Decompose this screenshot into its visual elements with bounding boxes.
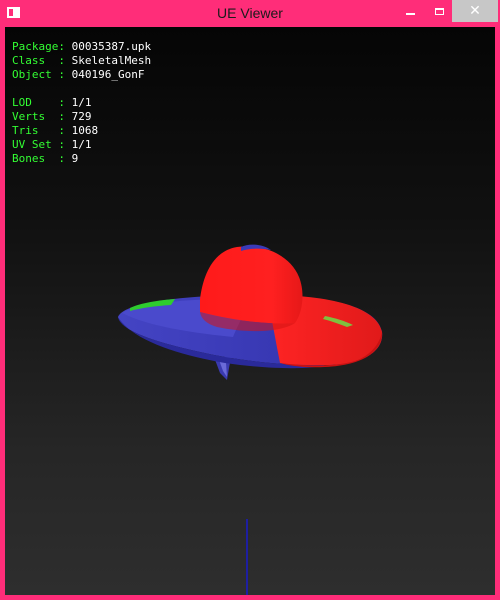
info-label: Class : [12,54,65,67]
mesh-info-overlay: Package: 00035387.upk Class : SkeletalMe… [12,40,151,166]
info-label: Object : [12,68,65,81]
info-object: Object : 040196_GonF [12,68,151,82]
info-package: Package: 00035387.upk [12,40,151,54]
info-label: UV Set : [12,138,65,151]
maximize-icon [434,7,444,15]
3d-viewport[interactable]: Package: 00035387.upk Class : SkeletalMe… [5,27,495,595]
app-window: UE Viewer ✕ Package: 00035387.upk Class … [0,0,500,600]
minimize-icon [405,13,415,15]
info-value: 9 [71,152,79,165]
info-uvset: UV Set : 1/1 [12,138,151,152]
info-label: LOD : [12,96,65,109]
close-button[interactable]: ✕ [452,0,498,22]
info-lod: LOD : 1/1 [12,96,151,110]
info-label: Verts : [12,110,65,123]
title-bar[interactable]: UE Viewer ✕ [0,0,500,27]
info-class: Class : SkeletalMesh [12,54,151,68]
maximize-button[interactable] [425,0,453,22]
info-value: 1/1 [71,96,92,109]
minimize-button[interactable] [396,0,424,22]
info-tris: Tris : 1068 [12,124,151,138]
close-icon: ✕ [469,3,481,19]
info-value: SkeletalMesh [71,54,152,67]
info-label: Tris : [12,124,65,137]
info-verts: Verts : 729 [12,110,151,124]
info-value: 1/1 [71,138,92,151]
info-bones: Bones : 9 [12,152,151,166]
info-value: 1068 [71,124,99,137]
info-value: 729 [71,110,92,123]
hat-dome [200,246,303,324]
info-label: Bones : [12,152,65,165]
info-value: 00035387.upk [71,40,152,53]
info-label: Package: [12,40,65,53]
info-value: 040196_GonF [71,68,145,81]
